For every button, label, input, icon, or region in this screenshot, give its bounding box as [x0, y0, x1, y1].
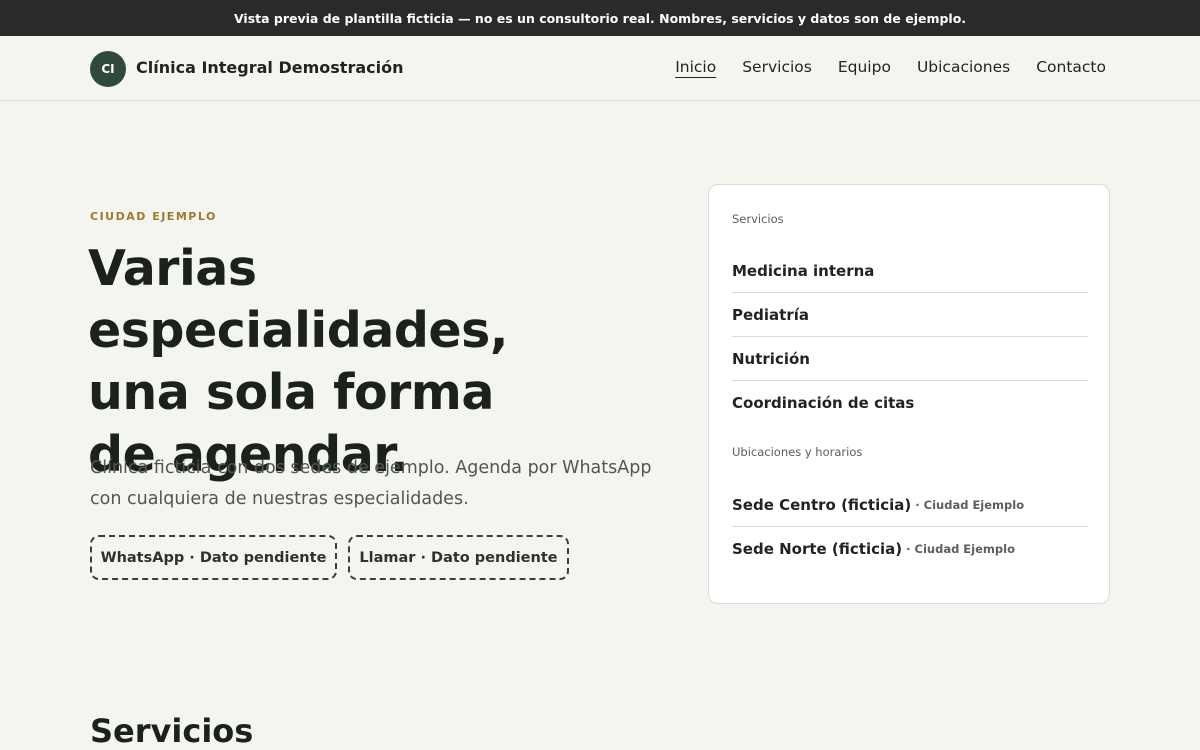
hero-eyebrow: CIUDAD EJEMPLO: [90, 210, 217, 223]
clinic-logo[interactable]: CI: [90, 51, 126, 87]
location-separator: ·: [911, 497, 924, 512]
hero-description: Clínica ficticia con dos sedes de ejempl…: [90, 458, 652, 509]
service-item[interactable]: Pediatría: [732, 293, 1088, 337]
location-name: Sede Norte (ficticia): [732, 540, 903, 558]
hero-title: Varias especialidades, una sola forma de…: [88, 238, 678, 486]
clinic-name[interactable]: Clínica Integral Demostración: [136, 58, 403, 77]
main-nav: Inicio Servicios Equipo Ubicaciones Cont…: [675, 58, 1106, 76]
service-item[interactable]: Nutrición: [732, 337, 1088, 381]
nav-ubicaciones[interactable]: Ubicaciones: [917, 58, 1010, 76]
location-city: Ciudad Ejemplo: [914, 542, 1015, 556]
logo-initials: CI: [101, 62, 115, 76]
services-section-title: Servicios: [90, 712, 254, 750]
location-item[interactable]: Sede Centro (ficticia) · Ciudad Ejemplo: [732, 483, 1088, 527]
nav-equipo[interactable]: Equipo: [838, 58, 891, 76]
locations-label: Ubicaciones y horarios: [732, 445, 863, 459]
demo-notice-bar: Vista previa de plantilla ficticia — no …: [0, 0, 1200, 36]
nav-inicio[interactable]: Inicio: [675, 58, 716, 76]
whatsapp-button[interactable]: WhatsApp · Dato pendiente: [90, 535, 337, 580]
hero-title-line-2: una sola forma: [88, 364, 494, 421]
locations-list: Sede Centro (ficticia) · Ciudad Ejemplo …: [732, 483, 1088, 571]
call-button[interactable]: Llamar · Dato pendiente: [348, 535, 569, 580]
location-separator: ·: [902, 542, 915, 556]
summary-card: Servicios Medicina interna Pediatría Nut…: [708, 184, 1110, 604]
services-label: Servicios: [732, 212, 784, 226]
nav-servicios[interactable]: Servicios: [742, 58, 812, 76]
demo-notice-text: Vista previa de plantilla ficticia — no …: [233, 10, 967, 26]
site-header: CI Clínica Integral Demostración Inicio …: [0, 36, 1200, 101]
services-list: Medicina interna Pediatría Nutrición Coo…: [732, 249, 1088, 425]
location-item[interactable]: Sede Norte (ficticia) · Ciudad Ejemplo: [732, 527, 1088, 571]
location-name: Sede Centro (ficticia): [732, 495, 912, 514]
nav-contacto[interactable]: Contacto: [1036, 58, 1106, 76]
service-item[interactable]: Coordinación de citas: [732, 381, 1088, 425]
hero-title-line-1: Varias especialidades,: [88, 240, 508, 359]
location-city: Ciudad Ejemplo: [923, 497, 1025, 512]
service-item[interactable]: Medicina interna: [732, 249, 1088, 293]
